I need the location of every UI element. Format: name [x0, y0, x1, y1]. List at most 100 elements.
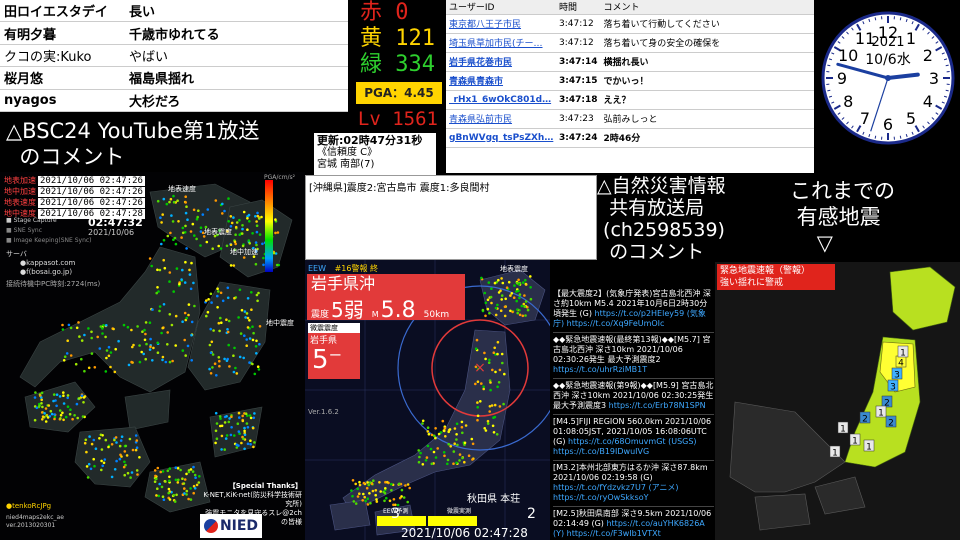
user-id-link[interactable]: 青森県青森市 — [446, 71, 556, 91]
feed-link[interactable]: https://t.co/68OmuvmGt (USGS) https://t.… — [553, 437, 697, 456]
station-dot — [198, 475, 201, 478]
station-dot — [158, 482, 161, 486]
station-dot — [87, 366, 91, 370]
user-id-link[interactable]: gBnWVgq_tsPsZXh… — [446, 128, 556, 148]
user-id-link[interactable]: 岩手県花巻市民 — [446, 52, 556, 72]
station-dot — [153, 469, 157, 472]
station-dot — [53, 413, 56, 416]
epicenter-icon: × — [474, 360, 486, 376]
station-dot — [191, 470, 195, 473]
station-dot — [230, 415, 233, 419]
station-dot — [216, 287, 219, 290]
station-dot — [426, 426, 430, 429]
station-dot — [248, 242, 251, 245]
station-dot — [119, 439, 123, 442]
region-label-surface-intensity: 地表震度 — [204, 228, 232, 236]
station-dot — [220, 434, 224, 438]
forecast-count: 3 — [391, 506, 400, 522]
past-earthquake-label: これまでの 有感地震 ▽ — [790, 179, 895, 255]
station-dot — [424, 459, 428, 462]
station-dot — [216, 306, 219, 309]
user-id-link[interactable]: 東京都八王子市民 — [446, 14, 556, 34]
station-dot — [102, 461, 106, 465]
station-dot — [168, 467, 172, 470]
station-dot — [515, 281, 519, 285]
station-dot — [172, 238, 175, 241]
station-dot — [192, 491, 195, 495]
station-dot — [430, 433, 434, 437]
station-dot — [171, 359, 174, 363]
station-dot — [260, 215, 263, 219]
station-dot — [493, 281, 497, 285]
station-dot — [75, 402, 79, 406]
station-dot — [180, 236, 183, 239]
station-dot — [524, 283, 528, 286]
past-quake-map: 433221111121 — [729, 266, 956, 531]
estimated-epicenter: 宮城 南部(7) — [317, 159, 375, 170]
station-dot — [88, 435, 91, 438]
station-dot — [80, 357, 83, 361]
station-dot — [238, 416, 241, 419]
intensity-badge: 1 — [837, 421, 849, 435]
station-dot — [164, 360, 168, 364]
station-dot — [352, 500, 356, 503]
station-dot — [100, 468, 103, 472]
eew-tag: EEW #16警報 終 — [308, 264, 379, 273]
station-dot — [161, 495, 165, 499]
feed-link[interactable]: https://t.co/Erb78N1SPN — [609, 401, 706, 410]
station-dot — [85, 450, 88, 454]
station-dot — [494, 306, 498, 310]
chat-user: 有明夕暮 — [4, 27, 57, 43]
table-row: 青森県弘前市民 3:47:23 弘前みしっと — [446, 109, 814, 129]
station-dot — [421, 463, 425, 466]
station-dot — [421, 419, 425, 423]
station-dot — [115, 441, 118, 444]
station-dot — [193, 234, 196, 237]
feed-link[interactable]: https://t.co/uhrRziMB1T — [553, 365, 647, 374]
station-dot — [103, 458, 107, 461]
station-dot — [98, 347, 102, 350]
user-id-link[interactable]: 埼玉県草加市民(チー… — [446, 33, 556, 53]
station-dot — [105, 349, 109, 352]
user-id-link[interactable]: 青森県弘前市民 — [446, 109, 556, 129]
list-item: [M3.2]本州北部東方はるか沖 深さ87.8km 2021/10/06 02:… — [553, 461, 714, 507]
station-dot — [175, 493, 178, 497]
station-dot — [432, 450, 436, 454]
station-dot — [498, 368, 502, 372]
station-dot — [212, 329, 215, 332]
disaster-info-feed: 【最大震度2】(気象庁発表)宮古島北西沖 深さ約10km M5.4 2021年1… — [551, 285, 716, 540]
station-dot — [149, 345, 152, 348]
station-dot — [156, 341, 159, 345]
chat-row: 田ロイエスタデイ 長い — [0, 0, 348, 23]
station-dot — [181, 349, 185, 352]
station-dot — [243, 426, 246, 430]
station-dot — [246, 217, 249, 220]
station-dot — [471, 442, 475, 446]
station-dot — [93, 366, 97, 369]
station-dot — [151, 359, 154, 362]
station-dot — [426, 444, 430, 448]
station-dot — [41, 405, 44, 409]
station-dot — [372, 479, 375, 482]
station-dot — [172, 194, 175, 198]
station-dot — [505, 286, 509, 289]
station-dot — [274, 218, 277, 221]
station-dot — [524, 300, 528, 303]
station-dot — [253, 412, 256, 415]
station-dot — [167, 491, 170, 495]
user-id-link[interactable]: _rHx1_6wOkC801d… — [446, 90, 556, 110]
feed-link[interactable]: https://t.co/fYdzvkz7U7 (アニメ) https://t.… — [553, 483, 679, 502]
station-dot — [123, 450, 127, 453]
svg-text:1: 1 — [852, 437, 858, 447]
station-dot — [134, 448, 138, 452]
station-dot — [166, 343, 169, 346]
station-dot — [153, 480, 157, 484]
intensity-badge: 3 — [891, 367, 903, 381]
pga-readout: PGA：4.45 — [356, 82, 442, 104]
station-dot — [523, 294, 526, 297]
station-dot — [235, 221, 239, 224]
station-dot — [214, 411, 218, 415]
station-dot — [242, 210, 246, 214]
station-dot — [159, 470, 162, 474]
station-dot — [107, 345, 111, 349]
